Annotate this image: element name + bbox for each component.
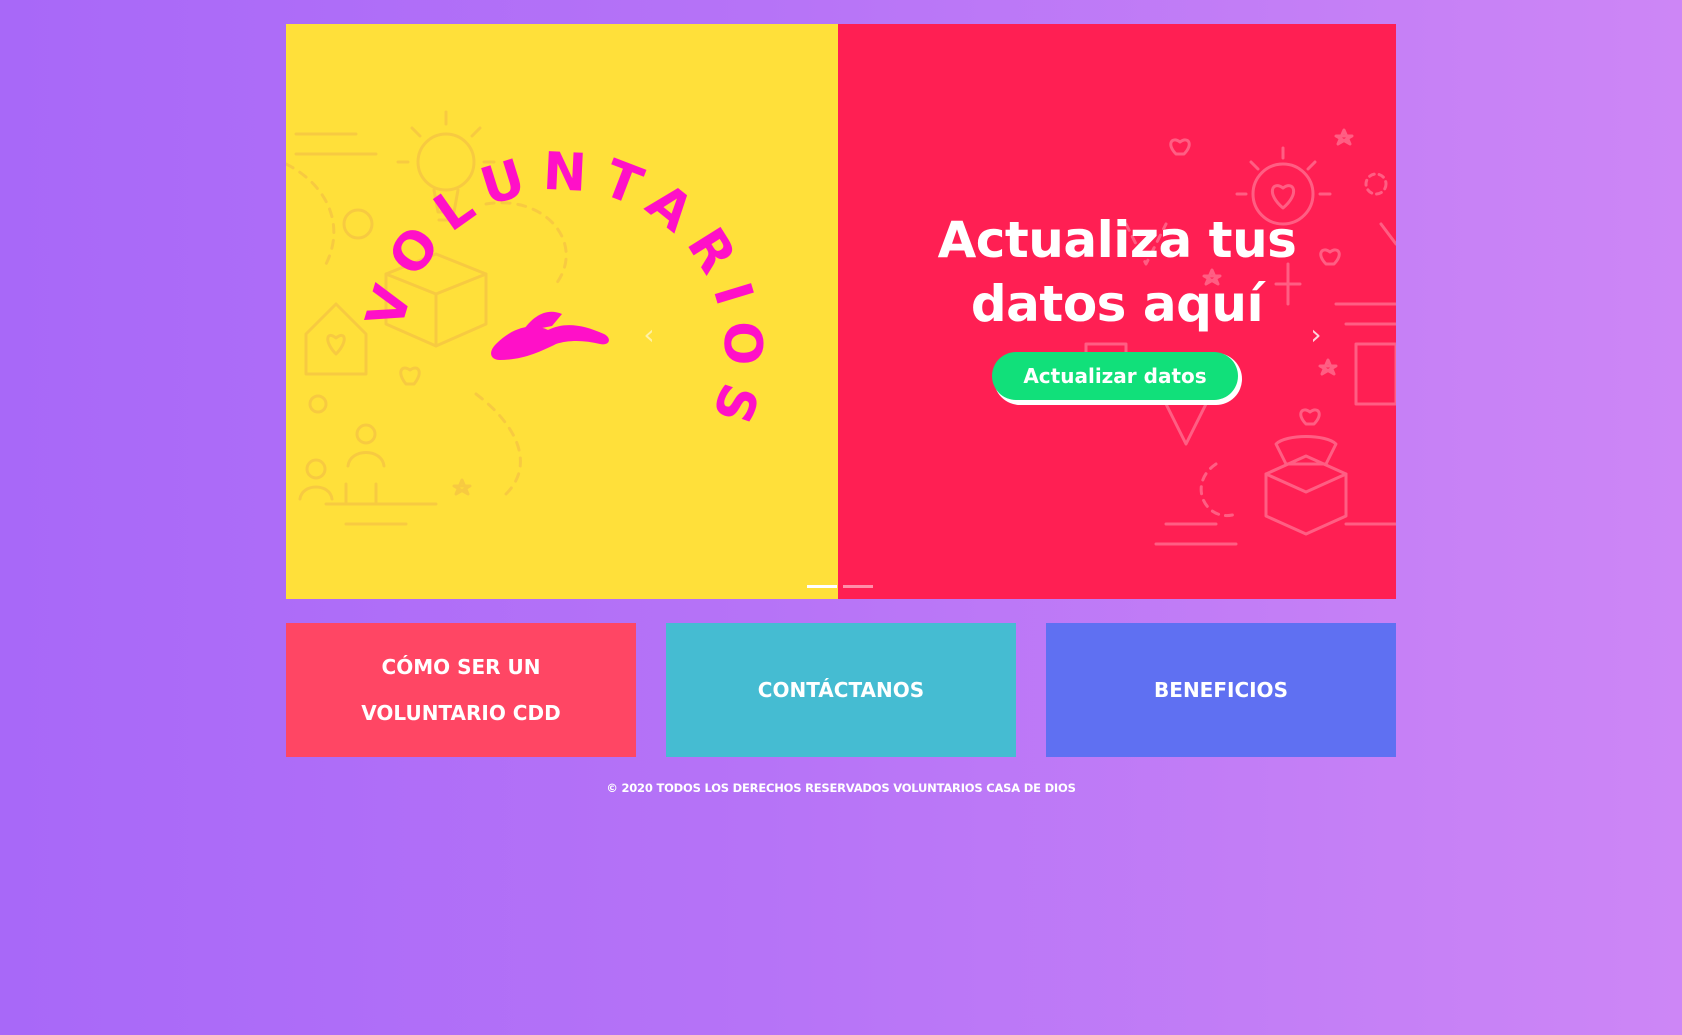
- tile-label-line-1: CÓMO SER UN: [381, 654, 541, 679]
- carousel-indicators: [807, 585, 877, 591]
- voluntarios-logo: VOLUNTARIOS: [355, 142, 772, 444]
- tile-label: CONTÁCTANOS: [757, 677, 925, 702]
- hero-carousel: VOLUNTARIOS Actualiza tus datos aquí Act…: [286, 24, 1396, 599]
- carousel-indicator-1[interactable]: [807, 585, 837, 588]
- carousel-prev-chevron-icon[interactable]: ‹: [638, 320, 660, 350]
- footer-copyright: © 2020 TODOS LOS DERECHOS RESERVADOS VOL…: [606, 781, 1076, 795]
- update-data-button[interactable]: Actualizar datos: [992, 352, 1238, 400]
- tile-label-line-2: VOLUNTARIO CDD: [361, 700, 561, 725]
- carousel-indicator-2[interactable]: [843, 585, 873, 588]
- headline-line-2: datos aquí: [970, 275, 1264, 333]
- carousel-next-chevron-icon[interactable]: ›: [1305, 320, 1327, 350]
- navigation-tiles: CÓMO SER UN VOLUNTARIO CDD CONTÁCTANOS B…: [286, 623, 1396, 757]
- slide-headline: Actualiza tus datos aquí: [838, 208, 1396, 336]
- logo-text: VOLUNTARIOS: [355, 142, 772, 444]
- tile-como-ser-voluntario[interactable]: CÓMO SER UN VOLUNTARIO CDD: [286, 623, 636, 757]
- headline-line-1: Actualiza tus: [937, 211, 1297, 269]
- tile-label: BENEFICIOS: [1154, 677, 1288, 702]
- tile-beneficios[interactable]: BENEFICIOS: [1046, 623, 1396, 757]
- tile-contactanos[interactable]: CONTÁCTANOS: [666, 623, 1016, 757]
